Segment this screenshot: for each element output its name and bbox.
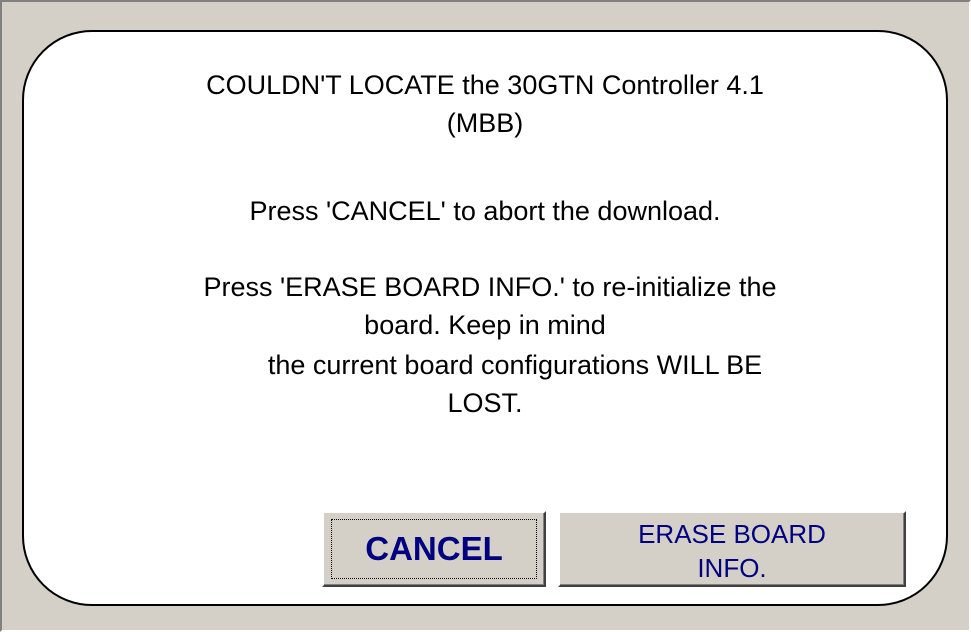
warning-line-1: the current board configurations WILL BE <box>267 350 763 380</box>
erase-button-label-line-2: INFO. <box>697 552 767 583</box>
error-message-line-2: (MBB) <box>446 108 524 138</box>
erase-instruction-line-2: board. Keep in mind <box>364 310 606 340</box>
warning-line-2: LOST. <box>447 388 523 418</box>
error-message-line-1: COULDN'T LOCATE the 30GTN Controller 4.1 <box>206 70 764 100</box>
focus-rectangle <box>331 519 537 579</box>
erase-board-info-button[interactable]: ERASE BOARD INFO. <box>558 511 906 587</box>
cancel-instruction: Press 'CANCEL' to abort the download. <box>249 196 721 226</box>
cancel-button[interactable]: CANCEL <box>322 511 546 587</box>
erase-instruction-line-1: Press 'ERASE BOARD INFO.' to re-initiali… <box>203 272 777 302</box>
erase-button-label-line-1: ERASE BOARD <box>638 518 826 549</box>
